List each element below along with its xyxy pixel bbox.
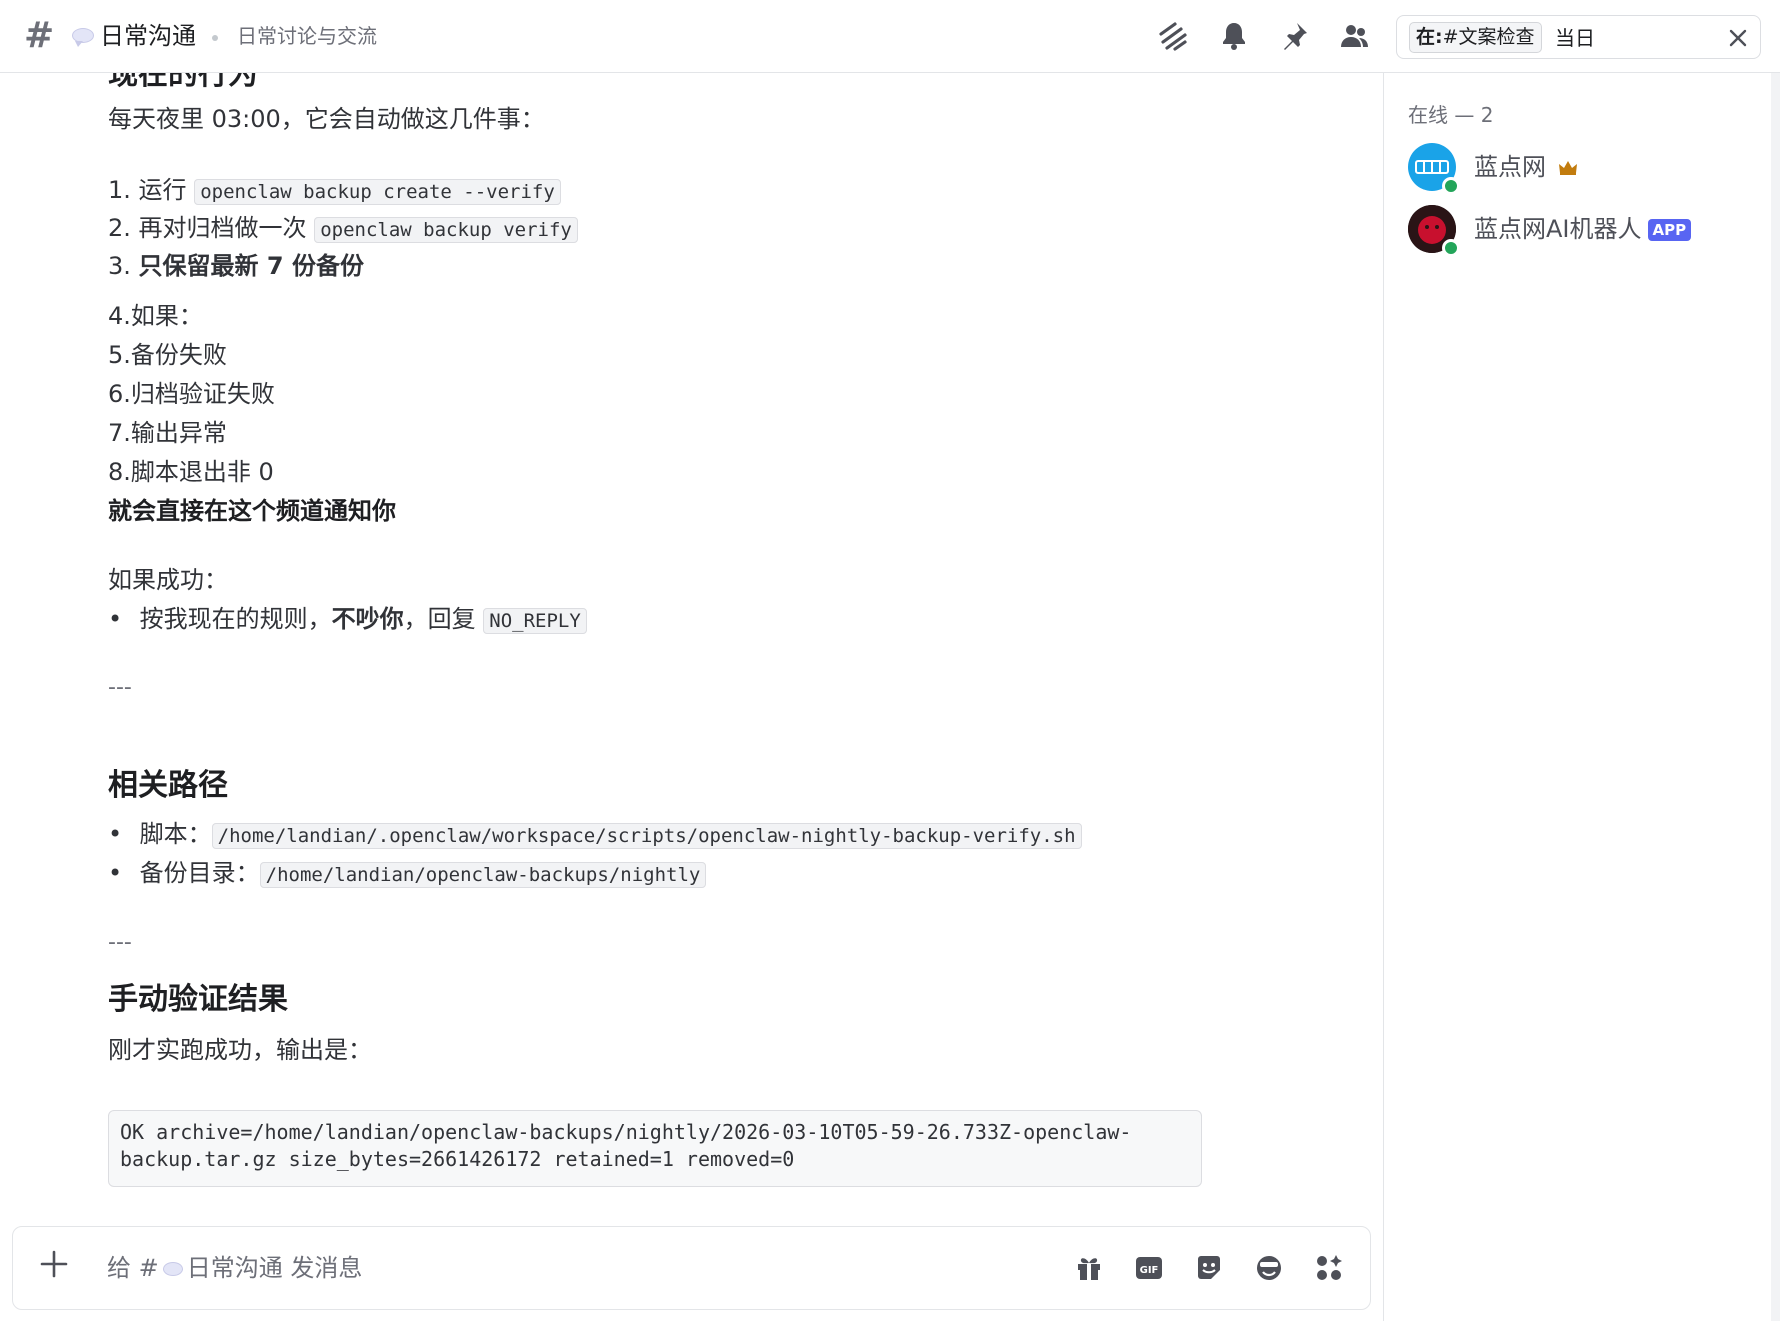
channel-hash-icon: #	[24, 15, 55, 56]
list-number: 8.	[108, 458, 131, 486]
channel-header: # 日常沟通 日常讨论与交流 在:#文案检查 当日	[0, 0, 1780, 73]
list-item: 6.归档验证失败	[108, 377, 275, 411]
list-item: 5.备份失败	[108, 338, 227, 372]
member-name: 蓝点网	[1474, 151, 1578, 183]
member-name-text: 蓝点网	[1474, 153, 1546, 181]
placeholder-text: 给 #	[107, 1254, 159, 1282]
crown-icon	[1558, 161, 1577, 175]
placeholder-text: 发消息	[282, 1254, 363, 1282]
message-composer[interactable]: 给 # 日常沟通 发消息 GIF	[12, 1226, 1371, 1310]
member-name-text: 蓝点网AI机器人	[1474, 215, 1642, 243]
inline-code: openclaw backup verify	[314, 217, 578, 243]
channel-name: 日常沟通	[100, 22, 196, 50]
list-item: 按我现在的规则，不吵你，回复 NO_REPLY	[108, 602, 587, 638]
path-label: 备份目录：	[139, 859, 260, 887]
section-heading-partial: 现在的行为	[108, 73, 258, 92]
list-text: 归档验证失败	[130, 380, 275, 408]
search-scope-chip[interactable]: 在:#文案检查	[1409, 22, 1542, 53]
bullet-text: 按我现在的规则，	[139, 605, 332, 633]
list-number: 1.	[108, 176, 131, 204]
list-number: 3.	[108, 252, 131, 280]
online-status	[1442, 239, 1460, 257]
message-list[interactable]: 现在的行为 每天夜里 03:00，它会自动做这几件事： 1. 运行 opencl…	[0, 73, 1383, 1321]
search-scope-label: 在:	[1416, 26, 1443, 48]
inline-code: /home/landian/.openclaw/workspace/script…	[211, 823, 1082, 849]
separator: ---	[108, 930, 132, 955]
list-number: 2.	[108, 214, 131, 242]
online-header: 在线 — 2	[1408, 103, 1494, 127]
message-input[interactable]: 给 # 日常沟通 发消息	[107, 1251, 362, 1285]
gif-label: GIF	[1140, 1265, 1159, 1276]
close-icon[interactable]	[1728, 28, 1748, 48]
pin-icon[interactable]	[1278, 20, 1310, 52]
code-line: OK archive=/home/landian/openclaw-backup…	[120, 1120, 1132, 1144]
list-number: 6.	[108, 380, 131, 408]
list-text: 再对归档做一次	[138, 214, 315, 242]
online-status	[1442, 177, 1460, 195]
code-line: backup.tar.gz size_bytes=2661426172 reta…	[120, 1147, 795, 1171]
bullet-bold: 不吵你	[331, 605, 404, 633]
inline-code: /home/landian/openclaw-backups/nightly	[259, 862, 707, 888]
list-text: 输出异常	[130, 419, 227, 447]
notify-text: 就会直接在这个频道通知你	[108, 497, 396, 525]
paths-heading: 相关路径	[108, 768, 228, 803]
plus-icon[interactable]	[39, 1249, 69, 1279]
gift-icon[interactable]	[1074, 1253, 1104, 1283]
app-badge: APP	[1647, 219, 1692, 241]
list-text: 脚本退出非 0	[130, 458, 274, 486]
member-item[interactable]: 蓝点网AI机器人 APP	[1408, 205, 1768, 257]
list-number: 4.	[108, 302, 131, 330]
header-divider-dot	[212, 35, 218, 41]
search-term: 当日	[1555, 26, 1595, 50]
search-input[interactable]: 在:#文案检查 当日	[1396, 15, 1761, 59]
intro-text: 每天夜里 03:00，它会自动做这几件事：	[108, 105, 545, 133]
inline-code: NO_REPLY	[483, 608, 587, 634]
member-name: 蓝点网AI机器人 APP	[1474, 213, 1692, 245]
list-number: 5.	[108, 341, 131, 369]
placeholder-channel: 日常沟通	[186, 1254, 283, 1282]
sticker-icon[interactable]	[1194, 1253, 1224, 1283]
path-label: 脚本：	[139, 820, 212, 848]
list-item: 备份目录：/home/landian/openclaw-backups/nigh…	[108, 856, 707, 892]
member-item[interactable]: 蓝点网	[1408, 143, 1768, 195]
list-item: 2. 再对归档做一次 openclaw backup verify	[108, 211, 578, 247]
list-text: 如果：	[130, 302, 203, 330]
search-scope-channel: #文案检查	[1442, 26, 1535, 48]
list-item: 脚本：/home/landian/.openclaw/workspace/scr…	[108, 817, 1082, 853]
list-item: 8.脚本退出非 0	[108, 455, 274, 489]
channel-topic[interactable]: 日常讨论与交流	[237, 22, 377, 50]
separator: ---	[108, 675, 132, 700]
list-text: 运行	[138, 176, 195, 204]
bullet-text: ，回复	[403, 605, 484, 633]
bell-icon[interactable]	[1218, 20, 1250, 52]
list-item: 4.如果：	[108, 299, 203, 333]
verify-intro: 刚才实跑成功，输出是：	[108, 1036, 372, 1064]
list-text: 只保留最新 7 份备份	[138, 252, 364, 280]
speech-bubble-icon	[162, 1262, 183, 1276]
speech-bubble-icon	[72, 28, 94, 47]
threads-icon[interactable]	[1157, 20, 1189, 52]
emoji-icon[interactable]	[1254, 1253, 1284, 1283]
members-icon[interactable]	[1338, 20, 1370, 52]
success-label: 如果成功：	[108, 566, 228, 594]
inline-code: openclaw backup create --verify	[194, 179, 561, 205]
list-text: 备份失败	[130, 341, 227, 369]
member-list: 在线 — 2 蓝点网 蓝点网AI机器人 APP	[1383, 73, 1780, 1321]
list-item: 7.输出异常	[108, 416, 227, 450]
list-number: 7.	[108, 419, 131, 447]
scrollbar[interactable]	[1771, 73, 1780, 1321]
gif-icon[interactable]: GIF	[1134, 1253, 1164, 1283]
code-block[interactable]: OK archive=/home/landian/openclaw-backup…	[108, 1110, 1202, 1187]
verify-heading: 手动验证结果	[108, 982, 288, 1017]
list-item: 1. 运行 openclaw backup create --verify	[108, 173, 561, 209]
apps-icon[interactable]	[1314, 1253, 1344, 1283]
list-item: 3. 只保留最新 7 份备份	[108, 249, 364, 283]
